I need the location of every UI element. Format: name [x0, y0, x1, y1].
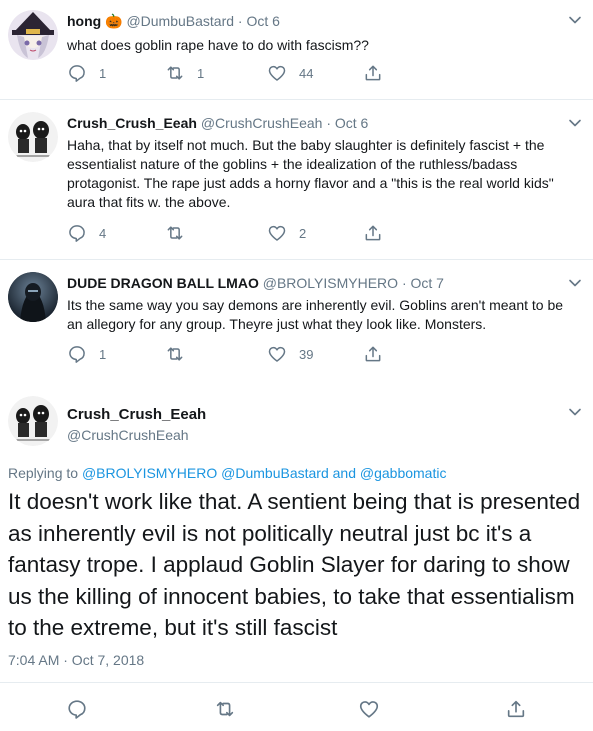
- display-name[interactable]: hong: [67, 13, 101, 29]
- tweet-header: DUDE DRAGON BALL LMAO @BROLYISMYHERO · O…: [67, 274, 444, 292]
- retweet-arrows-icon: [167, 66, 183, 80]
- retweet-button[interactable]: 1: [165, 62, 204, 84]
- reply-button[interactable]: 1: [67, 343, 106, 365]
- reply-bubble-icon: [69, 225, 85, 242]
- tweet-date[interactable]: Oct 6: [335, 115, 368, 131]
- main-user-handle[interactable]: @CrushCrushEeah: [67, 426, 189, 444]
- chevron-down-icon[interactable]: [567, 12, 583, 28]
- retweet-count: 1: [197, 65, 205, 81]
- chevron-down-icon[interactable]: [567, 404, 583, 420]
- reply-button[interactable]: 4: [67, 222, 106, 244]
- tweet-2[interactable]: Crush_Crush_Eeah @CrushCrushEeah · Oct 6…: [0, 100, 593, 260]
- main-like-button[interactable]: [358, 697, 380, 721]
- user-handle[interactable]: @CrushCrushEeah: [201, 115, 323, 131]
- retweet-button[interactable]: [165, 222, 197, 244]
- main-tweet-text: It doesn't work like that. A sentient be…: [8, 489, 581, 640]
- main-retweet-button[interactable]: [214, 697, 236, 721]
- tweet-header: Crush_Crush_Eeah @CrushCrushEeah · Oct 6: [67, 114, 368, 132]
- heart-icon: [268, 225, 286, 241]
- tweet-text: what does goblin rape have to do with fa…: [67, 37, 369, 53]
- main-timestamp[interactable]: 7:04 AM · Oct 7, 2018: [8, 651, 144, 669]
- dark-character-avatar-icon: [8, 272, 58, 322]
- reply-mention-dumbu[interactable]: @DumbuBastard: [221, 465, 329, 481]
- retweet-button[interactable]: [165, 343, 197, 365]
- chevron-down-icon[interactable]: [567, 275, 583, 291]
- timestamp-divider: [0, 682, 593, 683]
- retweet-arrows-icon: [167, 226, 183, 240]
- share-upload-icon: [365, 346, 381, 362]
- reply-count: 1: [99, 65, 107, 81]
- heart-icon: [359, 701, 379, 718]
- tweet-date[interactable]: Oct 7: [411, 275, 444, 291]
- avatar-broly[interactable]: [8, 272, 58, 322]
- separator-dot: ·: [326, 115, 331, 131]
- separator-dot: ·: [237, 13, 243, 29]
- tweet-text: Its the same way you say demons are inhe…: [67, 297, 564, 332]
- reply-mention-broly[interactable]: @BROLYISMYHERO: [82, 465, 217, 481]
- avatar-crush[interactable]: [8, 112, 58, 162]
- share-button[interactable]: [363, 343, 383, 365]
- tweet-3[interactable]: DUDE DRAGON BALL LMAO @BROLYISMYHERO · O…: [0, 260, 593, 390]
- user-handle[interactable]: @DumbuBastard: [126, 13, 234, 29]
- reply-bubble-icon: [69, 65, 85, 82]
- tweet-actions: 1 1 44: [67, 62, 427, 84]
- replying-prefix: Replying to: [8, 465, 79, 481]
- reply-bubble-icon: [69, 346, 85, 363]
- like-count: 39: [299, 346, 314, 362]
- chevron-down-icon[interactable]: [567, 115, 583, 131]
- heart-icon: [268, 65, 286, 81]
- pumpkin-emoji-icon: 🎃: [105, 13, 123, 29]
- reply-button[interactable]: 1: [67, 62, 106, 84]
- reply-count: 1: [99, 346, 107, 362]
- like-button[interactable]: 39: [267, 343, 313, 365]
- heart-icon: [268, 346, 286, 362]
- main-display-name[interactable]: Crush_Crush_Eeah: [67, 405, 206, 425]
- tweet-header: hong 🎃 @DumbuBastard · Oct 6: [67, 12, 280, 30]
- retweet-arrows-icon: [167, 347, 183, 361]
- tweet-actions: 4 2: [67, 222, 427, 244]
- sketch-figures-avatar-icon: [8, 396, 58, 446]
- avatar-crush-main[interactable]: [8, 396, 58, 446]
- display-name[interactable]: DUDE DRAGON BALL LMAO: [67, 275, 259, 291]
- main-tweet-actions: [0, 697, 593, 721]
- like-button[interactable]: 44: [267, 62, 313, 84]
- share-button[interactable]: [363, 62, 383, 84]
- main-reply-button[interactable]: [66, 697, 88, 721]
- reply-mention-gabbo[interactable]: @gabbomatic: [360, 465, 447, 481]
- tweet-text: Haha, that by itself not much. But the b…: [67, 137, 554, 210]
- share-upload-icon: [365, 225, 381, 241]
- reply-count: 4: [99, 225, 107, 241]
- sketch-figures-avatar-icon: [8, 112, 58, 162]
- user-handle[interactable]: @BROLYISMYHERO: [263, 275, 398, 291]
- avatar-hong[interactable]: [8, 10, 58, 60]
- separator-dot: ·: [401, 275, 407, 291]
- retweet-arrows-icon: [216, 701, 234, 717]
- like-count: 44: [299, 65, 314, 81]
- replying-to: Replying to @BROLYISMYHERO @DumbuBastard…: [8, 464, 446, 482]
- like-count: 2: [299, 225, 307, 241]
- main-share-button[interactable]: [505, 697, 527, 721]
- tweet-1[interactable]: hong 🎃 @DumbuBastard · Oct 6 what does g…: [0, 0, 593, 100]
- tweet-actions: 1 39: [67, 343, 427, 365]
- display-name[interactable]: Crush_Crush_Eeah: [67, 115, 197, 131]
- share-upload-icon: [365, 65, 381, 81]
- reply-bubble-icon: [68, 700, 86, 719]
- share-button[interactable]: [363, 222, 383, 244]
- share-upload-icon: [507, 700, 525, 718]
- tweet-date[interactable]: Oct 6: [246, 13, 279, 29]
- anime-witch-avatar-icon: [8, 10, 58, 60]
- reply-and-word[interactable]: and: [333, 465, 356, 481]
- like-button[interactable]: 2: [267, 222, 306, 244]
